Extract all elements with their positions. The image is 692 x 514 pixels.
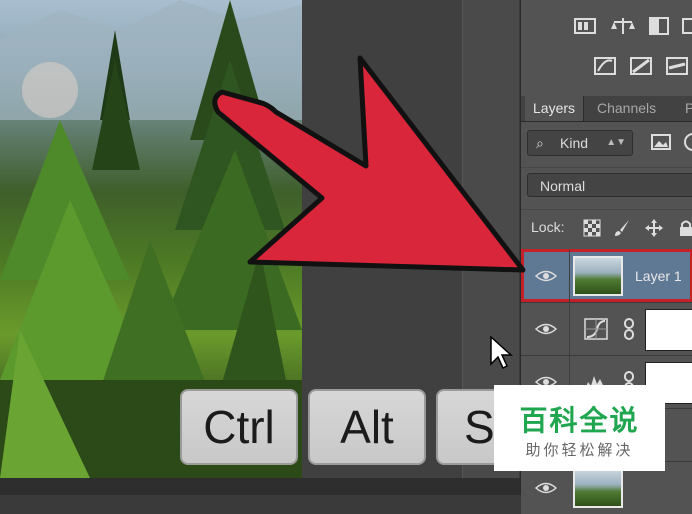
lock-all-icon[interactable] <box>677 219 692 237</box>
layer-thumbnail <box>573 256 623 296</box>
posterize-icon[interactable] <box>629 56 653 76</box>
watermark-title: 百科全说 <box>519 404 640 437</box>
mask-link-chain-icon[interactable] <box>623 317 635 341</box>
lock-label: Lock: <box>531 219 565 235</box>
watermark-subtitle: 助你轻松解决 <box>525 441 634 459</box>
lock-row: Lock: <box>521 209 692 246</box>
layer-name[interactable]: Layer 1 <box>635 268 682 284</box>
black-white-icon[interactable] <box>647 16 671 36</box>
invert-icon[interactable] <box>593 56 617 76</box>
visibility-eye-icon[interactable] <box>534 478 558 498</box>
lock-position-move-icon[interactable] <box>645 219 663 237</box>
kind-filter-select[interactable]: ⌕ Kind ▲▼ <box>527 130 633 156</box>
watermark-logo: 百科全说 助你轻松解决 <box>494 385 665 471</box>
search-icon: ⌕ <box>536 135 544 151</box>
balance-icon[interactable] <box>611 16 635 36</box>
updown-arrow-icon: ▲▼ <box>606 137 626 148</box>
key-alt: Alt <box>308 389 426 465</box>
layer-mask-thumbnail[interactable] <box>645 309 692 351</box>
image-filter-icon[interactable] <box>649 130 673 154</box>
blend-mode-select[interactable]: Normal <box>527 173 692 197</box>
tab-channels[interactable]: Channels <box>589 96 664 121</box>
gradient-map-icon[interactable] <box>665 56 689 76</box>
tab-layers[interactable]: Layers <box>525 96 585 121</box>
photo-filter-icon[interactable] <box>681 16 692 36</box>
curves-adjustment-icon <box>583 317 609 341</box>
layer-filter-row: ⌕ Kind ▲▼ <box>521 122 692 162</box>
kind-filter-label: Kind <box>560 135 589 151</box>
panel-tabs: Layers Channels P <box>521 96 692 122</box>
levels-icon[interactable] <box>573 16 597 36</box>
layer-row-layer-1[interactable]: Layer 1 <box>521 249 692 302</box>
tab-paths[interactable]: P <box>677 96 692 121</box>
visibility-eye-icon[interactable] <box>534 266 558 286</box>
adjustments-icon-row-1 <box>521 6 692 46</box>
visibility-eye-icon[interactable] <box>534 319 558 339</box>
layer-thumbnail <box>573 468 623 508</box>
lock-image-pixels-brush-icon[interactable] <box>613 219 631 237</box>
lock-transparent-pixels-icon[interactable] <box>583 219 601 237</box>
layer-row-curves-adjustment[interactable] <box>521 302 692 355</box>
adjustment-filter-icon[interactable] <box>681 130 692 154</box>
blend-mode-row: Normal <box>521 167 692 204</box>
key-ctrl: Ctrl <box>180 389 298 465</box>
adjustments-icon-row-2 <box>521 48 692 88</box>
